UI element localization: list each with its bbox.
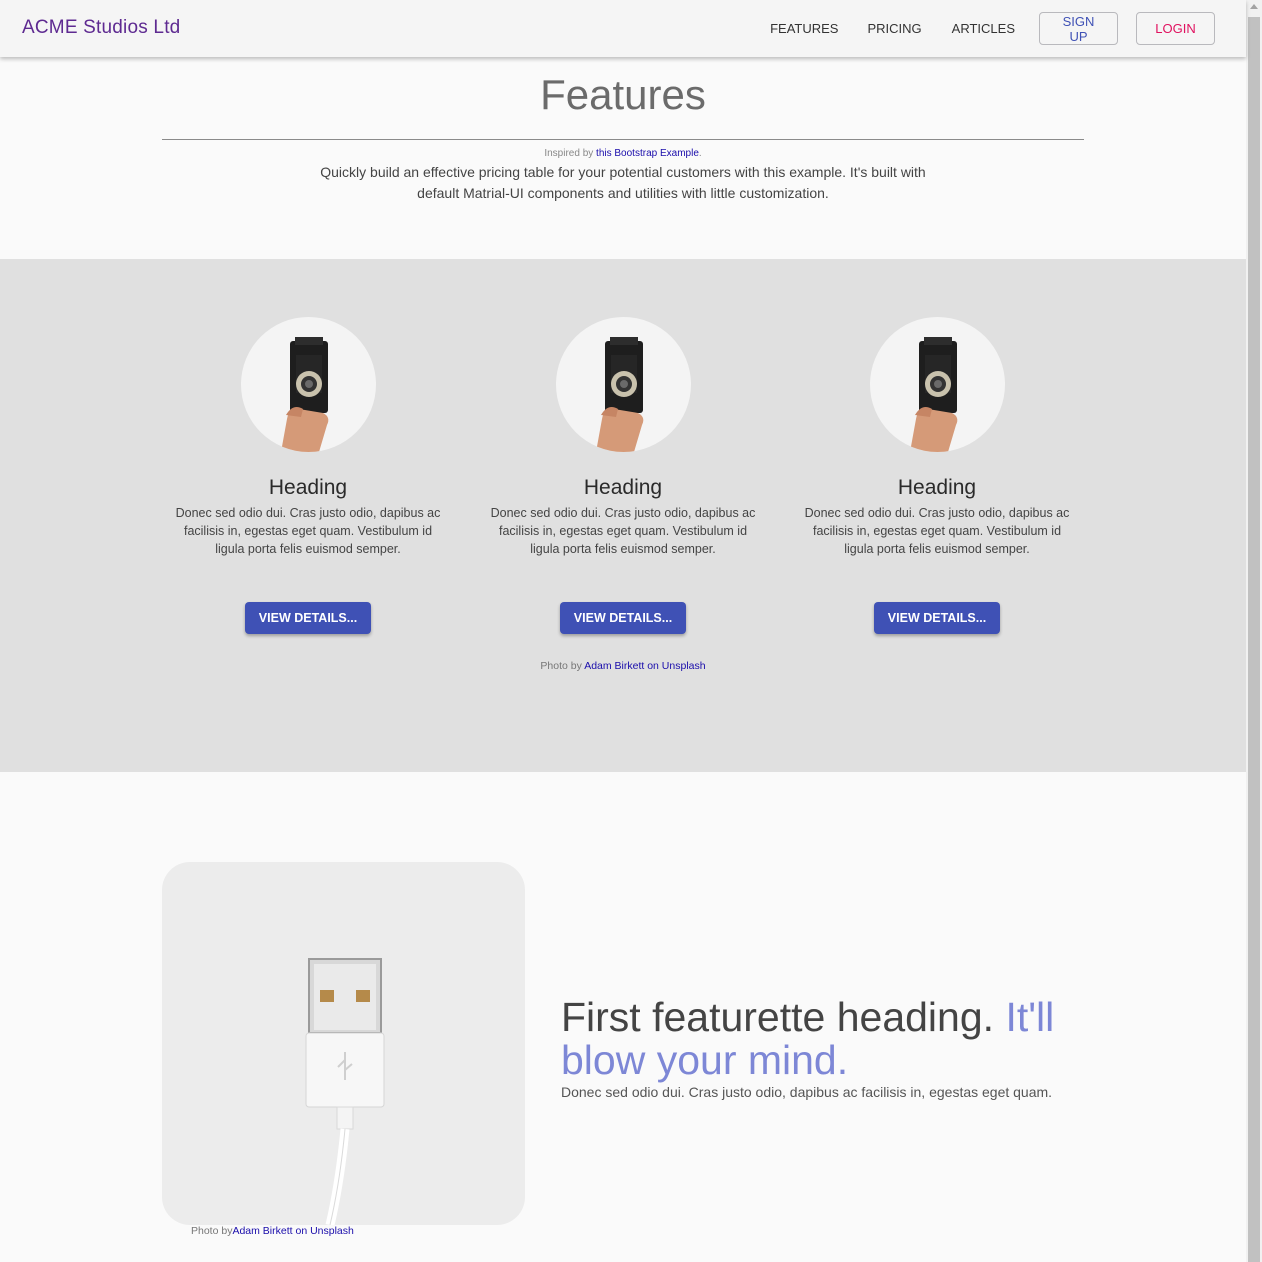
bootstrap-example-link[interactable]: this Bootstrap Example bbox=[596, 148, 699, 159]
feature-heading: Heading bbox=[583, 476, 663, 499]
scroll-up-icon[interactable] bbox=[1250, 4, 1258, 9]
nav-features[interactable]: FEATURES bbox=[770, 12, 838, 45]
feature-card: Heading Donec sed odio dui. Cras justo o… bbox=[787, 317, 1087, 634]
camera-image bbox=[595, 337, 643, 452]
usb-cable-image bbox=[305, 958, 385, 1225]
photo-credit: Photo by Adam Birkett on Unsplash bbox=[0, 660, 1246, 672]
feature-text: Donec sed odio dui. Cras justo odio, dap… bbox=[175, 506, 441, 556]
inspired-credit-prefix: Inspired by bbox=[544, 148, 594, 159]
feature-heading: Heading bbox=[268, 476, 348, 499]
inspired-credit-suffix: . bbox=[698, 148, 702, 159]
hero-section: Features Inspired by this Bootstrap Exam… bbox=[0, 57, 1246, 259]
camera-photo bbox=[555, 317, 691, 452]
camera-photo bbox=[869, 317, 1005, 452]
hero-description: Quickly build an effective pricing table… bbox=[320, 164, 926, 201]
vertical-scrollbar[interactable] bbox=[1246, 0, 1262, 1262]
featurette-heading: First featurette heading. It'll blow you… bbox=[561, 996, 1081, 1082]
inspired-credit: Inspired by this Bootstrap Example. bbox=[0, 148, 1246, 159]
signup-button[interactable]: SIGN UP bbox=[1039, 12, 1118, 45]
featurette-heading-main: First featurette heading. bbox=[561, 994, 995, 1040]
scrollbar-thumb[interactable] bbox=[1248, 17, 1260, 1262]
feature-text: Donec sed odio dui. Cras justo odio, dap… bbox=[804, 506, 1070, 556]
featurette-credit-prefix: Photo by bbox=[191, 1225, 233, 1237]
brand-title[interactable]: ACME Studios Ltd bbox=[22, 17, 180, 39]
feature-heading: Heading bbox=[897, 476, 977, 499]
app-bar: ACME Studios Ltd FEATURES PRICING ARTICL… bbox=[0, 0, 1246, 57]
nav-pricing[interactable]: PRICING bbox=[867, 12, 921, 45]
divider bbox=[162, 139, 1084, 140]
page-title: Features bbox=[540, 71, 706, 118]
feature-text: Donec sed odio dui. Cras justo odio, dap… bbox=[490, 506, 756, 556]
featurette-text: Donec sed odio dui. Cras justo odio, dap… bbox=[561, 1084, 1053, 1100]
view-details-button[interactable]: VIEW DETAILS... bbox=[244, 602, 372, 634]
camera-image bbox=[280, 337, 328, 452]
photo-credit-prefix: Photo by bbox=[540, 660, 582, 672]
nav-articles[interactable]: ARTICLES bbox=[952, 12, 1015, 45]
photo-credit-link[interactable]: Adam Birkett on Unsplash bbox=[584, 660, 705, 672]
login-button[interactable]: LOGIN bbox=[1136, 12, 1215, 45]
top-nav: FEATURES PRICING ARTICLES SIGN UP LOGIN bbox=[770, 12, 1215, 45]
featurette-photo-credit: Photo byAdam Birkett on Unsplash bbox=[191, 1225, 354, 1237]
features-section: Heading Donec sed odio dui. Cras justo o… bbox=[0, 259, 1246, 772]
camera-photo bbox=[240, 317, 376, 452]
feature-card: Heading Donec sed odio dui. Cras justo o… bbox=[473, 317, 773, 634]
feature-card: Heading Donec sed odio dui. Cras justo o… bbox=[158, 317, 458, 634]
usb-cable-photo bbox=[162, 862, 525, 1225]
view-details-button[interactable]: VIEW DETAILS... bbox=[873, 602, 1001, 634]
camera-image bbox=[909, 337, 957, 452]
featurette-credit-link[interactable]: Adam Birkett on Unsplash bbox=[232, 1225, 353, 1237]
view-details-button[interactable]: VIEW DETAILS... bbox=[559, 602, 687, 634]
